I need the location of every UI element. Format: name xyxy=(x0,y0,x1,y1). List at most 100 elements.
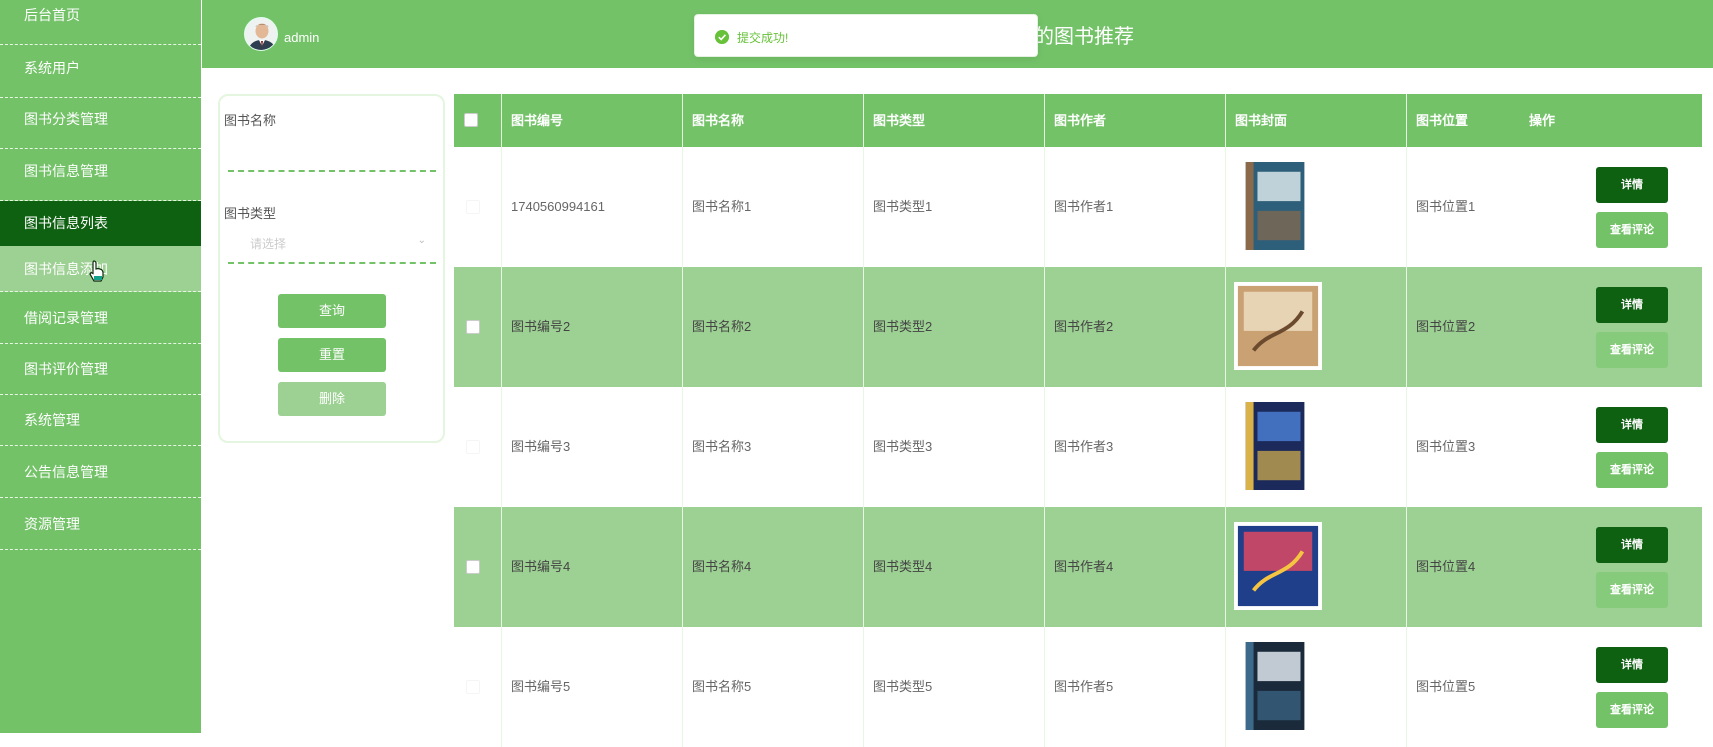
cell-cover xyxy=(1226,147,1407,267)
cell-location: 图书位置3 xyxy=(1416,439,1476,454)
header-actions: 操作 xyxy=(1529,113,1556,128)
hand-cursor-icon xyxy=(89,260,104,282)
cell-name: 图书名称5 xyxy=(683,627,864,747)
cell-type: 图书类型5 xyxy=(864,627,1045,747)
sidebar-item-announcements[interactable]: 公告信息管理 xyxy=(0,446,201,498)
user-avatar-icon xyxy=(245,18,277,50)
row-checkbox[interactable] xyxy=(466,560,480,574)
sidebar-item-system-manage[interactable]: 系统管理 xyxy=(0,395,201,446)
cell-name: 图书名称2 xyxy=(683,267,864,387)
cell-location: 图书位置2 xyxy=(1416,319,1476,334)
cell-location: 图书位置1 xyxy=(1416,199,1476,214)
sidebar-item-home[interactable]: 后台首页 xyxy=(0,0,201,45)
avatar[interactable] xyxy=(244,17,278,51)
cell-author: 图书作者2 xyxy=(1045,267,1226,387)
delete-button[interactable]: 删除 xyxy=(278,382,386,416)
book-type-placeholder: 请选择 xyxy=(250,237,287,251)
cell-author: 图书作者4 xyxy=(1045,507,1226,627)
header-book-code[interactable]: 图书编号 xyxy=(502,94,683,147)
query-button[interactable]: 查询 xyxy=(278,294,386,328)
cell-cover xyxy=(1226,507,1407,627)
cell-code: 图书编号3 xyxy=(502,387,683,507)
sidebar-item-book-info[interactable]: 图书信息管理 xyxy=(0,150,201,201)
cell-cover xyxy=(1226,387,1407,507)
cell-author: 图书作者3 xyxy=(1045,387,1226,507)
book-cover-image[interactable] xyxy=(1234,162,1322,250)
row-select-cell xyxy=(454,147,502,267)
book-cover-image[interactable] xyxy=(1234,522,1322,610)
success-toast: 提交成功! xyxy=(694,14,1038,57)
book-type-underline xyxy=(228,262,436,264)
header-book-author[interactable]: 图书作者 xyxy=(1045,94,1226,147)
cell-name: 图书名称1 xyxy=(683,147,864,267)
sidebar-item-book-list[interactable]: 图书信息列表 xyxy=(0,201,201,246)
cell-code: 1740560994161 xyxy=(502,147,683,267)
view-comments-button[interactable]: 查看评论 xyxy=(1596,452,1668,488)
detail-button[interactable]: 详情 xyxy=(1596,407,1668,443)
cell-code: 图书编号4 xyxy=(502,507,683,627)
detail-button[interactable]: 详情 xyxy=(1596,287,1668,323)
book-cover-image[interactable] xyxy=(1234,642,1322,730)
sidebar-item-book-category[interactable]: 图书分类管理 xyxy=(0,98,201,149)
cell-name: 图书名称4 xyxy=(683,507,864,627)
chevron-down-icon: ⌄ xyxy=(417,235,426,246)
cell-actions: 详情 查看评论 xyxy=(1520,267,1702,387)
header-book-type[interactable]: 图书类型 xyxy=(864,94,1045,147)
book-type-select[interactable]: 请选择 ⌄ xyxy=(228,226,436,256)
search-panel: 图书名称 图书类型 请选择 ⌄ 查询 重置 删除 xyxy=(218,94,445,443)
book-cover-image[interactable] xyxy=(1234,282,1322,370)
username: admin xyxy=(284,30,320,45)
header-book-location[interactable]: 图书位置 xyxy=(1407,94,1520,147)
header-book-name[interactable]: 图书名称 xyxy=(683,94,864,147)
cell-type: 图书类型1 xyxy=(864,147,1045,267)
select-all-checkbox[interactable] xyxy=(464,113,478,127)
table-row: 图书编号3 图书名称3 图书类型3 图书作者3 图书位置3 详情查看评论 xyxy=(454,387,1702,507)
page-title: 的图书推荐 xyxy=(1034,26,1134,48)
detail-button[interactable]: 详情 xyxy=(1596,647,1668,683)
view-comments-button[interactable]: 查看评论 xyxy=(1596,572,1668,608)
table-row: 图书编号2 图书名称2 图书类型2 图书作者2 图书位置2 详情 查看评论 xyxy=(454,267,1702,387)
book-table: 图书编号 图书名称 图书类型 图书作者 图书封面 图书位置 操作 1740560… xyxy=(454,94,1702,747)
view-comments-button[interactable]: 查看评论 xyxy=(1596,692,1668,728)
cell-actions: 详情 查看评论 xyxy=(1520,387,1702,507)
book-name-input[interactable] xyxy=(228,132,436,166)
row-select-cell xyxy=(454,387,502,507)
view-comments-button[interactable]: 查看评论 xyxy=(1596,212,1668,248)
row-select-cell xyxy=(454,267,502,387)
table-row: 图书编号4 图书名称4 图书类型4 图书作者4 图书位置4 详情 查看评论 xyxy=(454,507,1702,627)
cell-type: 图书类型4 xyxy=(864,507,1045,627)
sidebar-item-book-review[interactable]: 图书评价管理 xyxy=(0,344,201,395)
table-row: 1740560994161 图书名称1 图书类型1 图书作者1 图书位置1 详情查看评论 xyxy=(454,147,1702,267)
cell-author: 图书作者1 xyxy=(1045,147,1226,267)
cell-author: 图书作者5 xyxy=(1045,627,1226,747)
header-book-cover[interactable]: 图书封面 xyxy=(1226,94,1407,147)
cell-type: 图书类型2 xyxy=(864,267,1045,387)
detail-button[interactable]: 详情 xyxy=(1596,167,1668,203)
sidebar: 后台首页 系统用户 图书分类管理 图书信息管理 图书信息列表 图书信息添加 借阅… xyxy=(0,0,201,733)
cell-name: 图书名称3 xyxy=(683,387,864,507)
detail-button[interactable]: 详情 xyxy=(1596,527,1668,563)
reset-button[interactable]: 重置 xyxy=(278,338,386,372)
view-comments-button[interactable]: 查看评论 xyxy=(1596,332,1668,368)
select-all-cell xyxy=(454,94,502,147)
row-select-cell xyxy=(454,627,502,747)
cell-type: 图书类型3 xyxy=(864,387,1045,507)
table-row: 图书编号5 图书名称5 图书类型5 图书作者5 图书位置5 详情 查看评论 xyxy=(454,627,1702,747)
cell-actions: 详情 查看评论 xyxy=(1520,147,1702,267)
table-header: 图书编号 图书名称 图书类型 图书作者 图书封面 图书位置 操作 xyxy=(454,94,1702,147)
cell-actions: 详情 查看评论 xyxy=(1520,507,1702,627)
row-select-cell xyxy=(454,507,502,627)
sidebar-item-resources[interactable]: 资源管理 xyxy=(0,498,201,550)
cell-cover xyxy=(1226,627,1407,747)
book-name-label: 图书名称 xyxy=(224,113,277,128)
cell-actions: 详情 查看评论 xyxy=(1520,627,1702,747)
row-checkbox[interactable] xyxy=(466,440,480,454)
row-checkbox[interactable] xyxy=(466,320,480,334)
toast-message: 提交成功! xyxy=(737,31,789,45)
sidebar-item-borrow-records[interactable]: 借阅记录管理 xyxy=(0,292,201,344)
book-cover-image[interactable] xyxy=(1234,402,1322,490)
row-checkbox[interactable] xyxy=(466,680,480,694)
sidebar-item-system-users[interactable]: 系统用户 xyxy=(0,47,201,98)
row-checkbox[interactable] xyxy=(466,200,480,214)
check-circle-icon xyxy=(715,30,729,44)
